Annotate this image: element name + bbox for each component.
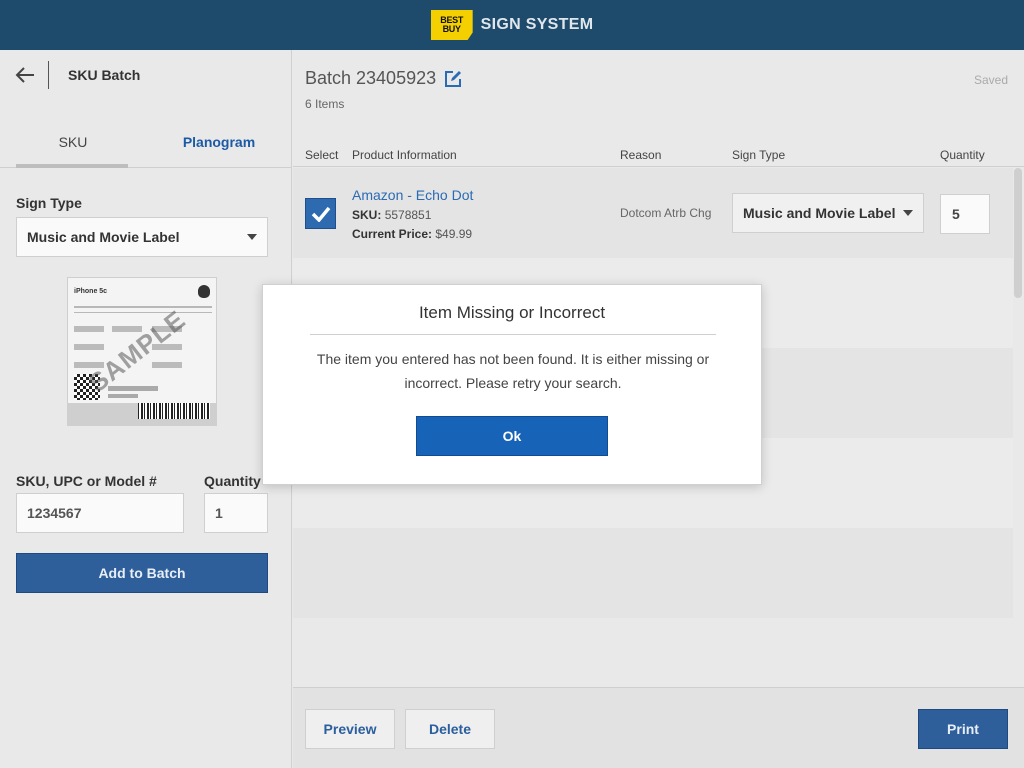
modal-overlay: Item Missing or Incorrect The item you e…	[0, 0, 1024, 768]
dialog-divider	[310, 334, 716, 335]
dialog-message: The item you entered has not been found.…	[316, 351, 710, 391]
dialog-title: Item Missing or Incorrect	[418, 303, 606, 322]
error-dialog: Item Missing or Incorrect The item you e…	[262, 284, 762, 485]
ok-button[interactable]: Ok	[416, 416, 608, 456]
